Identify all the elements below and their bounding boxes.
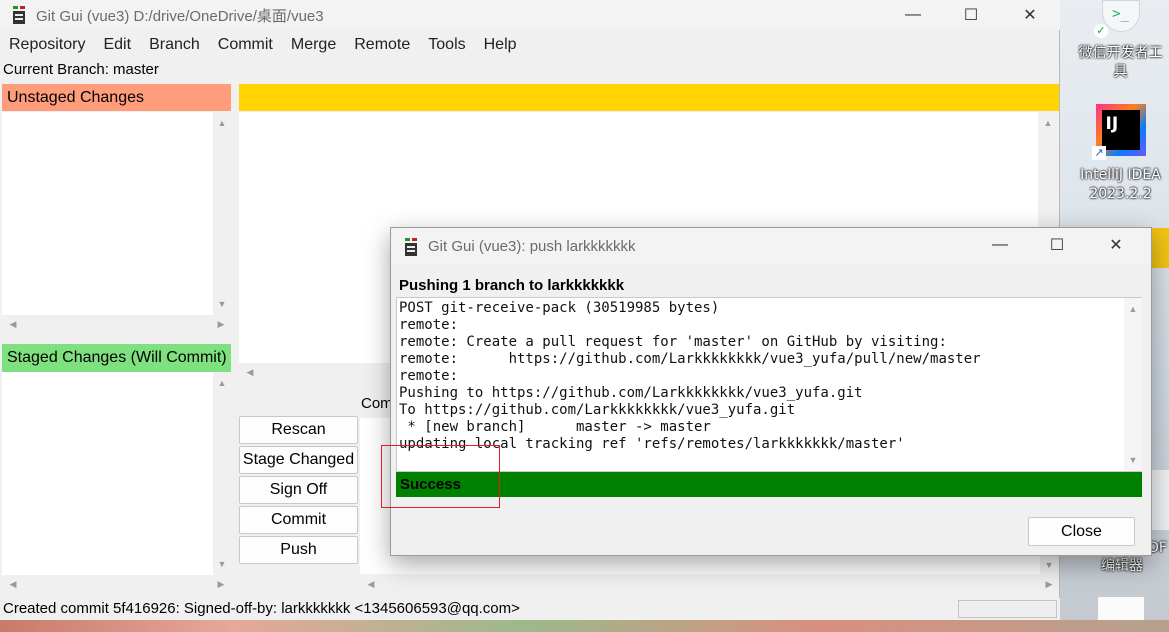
staged-list[interactable] [2,372,213,575]
unstaged-vscroll[interactable]: ▲ ▼ [213,112,231,315]
dialog-close-button[interactable]: ✕ [1093,230,1139,260]
scroll-right-icon[interactable]: ▶ [212,315,230,333]
window-title: Git Gui (vue3) D:/drive/OneDrive/桌面/vue3 [36,8,324,25]
current-branch: Current Branch: master [3,61,159,78]
push-dialog: Git Gui (vue3): push larkkkkkkk — ☐ ✕ Pu… [390,227,1152,556]
dialog-title: Git Gui (vue3): push larkkkkkkk [428,238,636,255]
diff-header [239,84,1059,111]
minimize-icon: — [992,236,1008,253]
commit-button[interactable]: Commit [239,506,358,534]
rescan-button[interactable]: Rescan [239,416,358,444]
menu-branch[interactable]: Branch [140,33,209,57]
menu-remote[interactable]: Remote [345,33,419,57]
commit-vscroll[interactable]: ▼ [1040,555,1058,575]
staged-header: Staged Changes (Will Commit) [2,344,231,372]
maximize-button[interactable]: ☐ [948,0,994,30]
git-gui-icon [13,6,25,24]
titlebar: Git Gui (vue3) D:/drive/OneDrive/桌面/vue3… [0,0,1060,30]
scroll-up-icon[interactable]: ▲ [213,374,231,392]
minimize-button[interactable]: — [890,0,936,30]
editor-shortcut-label[interactable]: 编辑器 [1092,557,1152,576]
menu-commit[interactable]: Commit [209,33,282,57]
scroll-left-icon[interactable]: ◀ [4,575,22,593]
scroll-left-icon[interactable]: ◀ [362,575,380,593]
menu-help[interactable]: Help [475,33,526,57]
scroll-down-icon[interactable]: ▼ [213,295,231,313]
push-log[interactable]: POST git-receive-pack (30519985 bytes) r… [396,297,1142,472]
success-banner: Success [396,472,1142,497]
scroll-up-icon[interactable]: ▲ [1124,300,1142,318]
git-gui-icon [405,238,417,256]
staged-hscroll[interactable]: ◀ ▶ [2,575,231,593]
dialog-minimize-button[interactable]: — [977,230,1023,260]
intellij-shortcut[interactable]: IJ ↗ IntelliJ IDEA 2023.2.2 [1072,104,1169,204]
unstaged-hscroll[interactable]: ◀ ▶ [2,315,231,333]
log-vscroll[interactable]: ▲ ▼ [1124,298,1142,471]
close-dialog-button[interactable]: Close [1028,517,1135,546]
dialog-maximize-button[interactable]: ☐ [1034,230,1080,260]
scroll-down-icon[interactable]: ▼ [1040,556,1058,574]
menu-merge[interactable]: Merge [282,33,345,57]
dialog-titlebar: Git Gui (vue3): push larkkkkkkk — ☐ ✕ [391,228,1151,264]
close-icon: ✕ [1109,237,1123,254]
wechat-devtools-shortcut[interactable]: >_ ✓ 微信开发者工 具 [1072,0,1169,82]
dialog-heading: Pushing 1 branch to larkkkkkkk [399,277,625,294]
menu-repository[interactable]: Repository [0,33,94,57]
menu-edit[interactable]: Edit [94,33,140,57]
status-text: Created commit 5f416926: Signed-off-by: … [3,600,520,617]
commit-message-label: Com [361,395,393,412]
annotation-highlight-box [381,445,500,508]
scroll-down-icon[interactable]: ▼ [213,555,231,573]
maximize-icon: ☐ [963,7,979,24]
intellij-label: IntelliJ IDEA 2023.2.2 [1080,167,1161,202]
wallpaper-art [0,620,1169,632]
scroll-left-icon[interactable]: ◀ [4,315,22,333]
maximize-icon: ☐ [1049,237,1065,254]
diff-hscroll[interactable]: ◀ [239,363,391,381]
wechat-devtools-label: 微信开发者工 具 [1078,45,1163,80]
check-icon: ✓ [1094,24,1108,38]
staged-vscroll[interactable]: ▲ ▼ [213,372,231,575]
push-button[interactable]: Push [239,536,358,564]
scroll-left-icon[interactable]: ◀ [241,363,259,381]
menubar: Repository Edit Branch Commit Merge Remo… [0,33,526,57]
menu-tools[interactable]: Tools [419,33,474,57]
progress-box [958,600,1057,618]
stage-changed-button[interactable]: Stage Changed [239,446,358,474]
scroll-up-icon[interactable]: ▲ [1039,114,1057,132]
sign-off-button[interactable]: Sign Off [239,476,358,504]
scroll-up-icon[interactable]: ▲ [213,114,231,132]
status-bar: Created commit 5f416926: Signed-off-by: … [0,598,1060,620]
commit-hscroll[interactable]: ◀ ▶ [360,575,1059,593]
unstaged-header: Unstaged Changes [2,84,231,111]
scroll-down-icon[interactable]: ▼ [1124,451,1142,469]
scroll-right-icon[interactable]: ▶ [1040,575,1058,593]
close-button[interactable]: ✕ [1007,0,1053,30]
minimize-icon: — [905,6,921,23]
shortcut-arrow-icon: ↗ [1092,146,1106,160]
scroll-right-icon[interactable]: ▶ [212,575,230,593]
close-icon: ✕ [1023,7,1037,24]
push-log-text: POST git-receive-pack (30519985 bytes) r… [399,300,981,452]
unstaged-list[interactable] [2,112,213,315]
